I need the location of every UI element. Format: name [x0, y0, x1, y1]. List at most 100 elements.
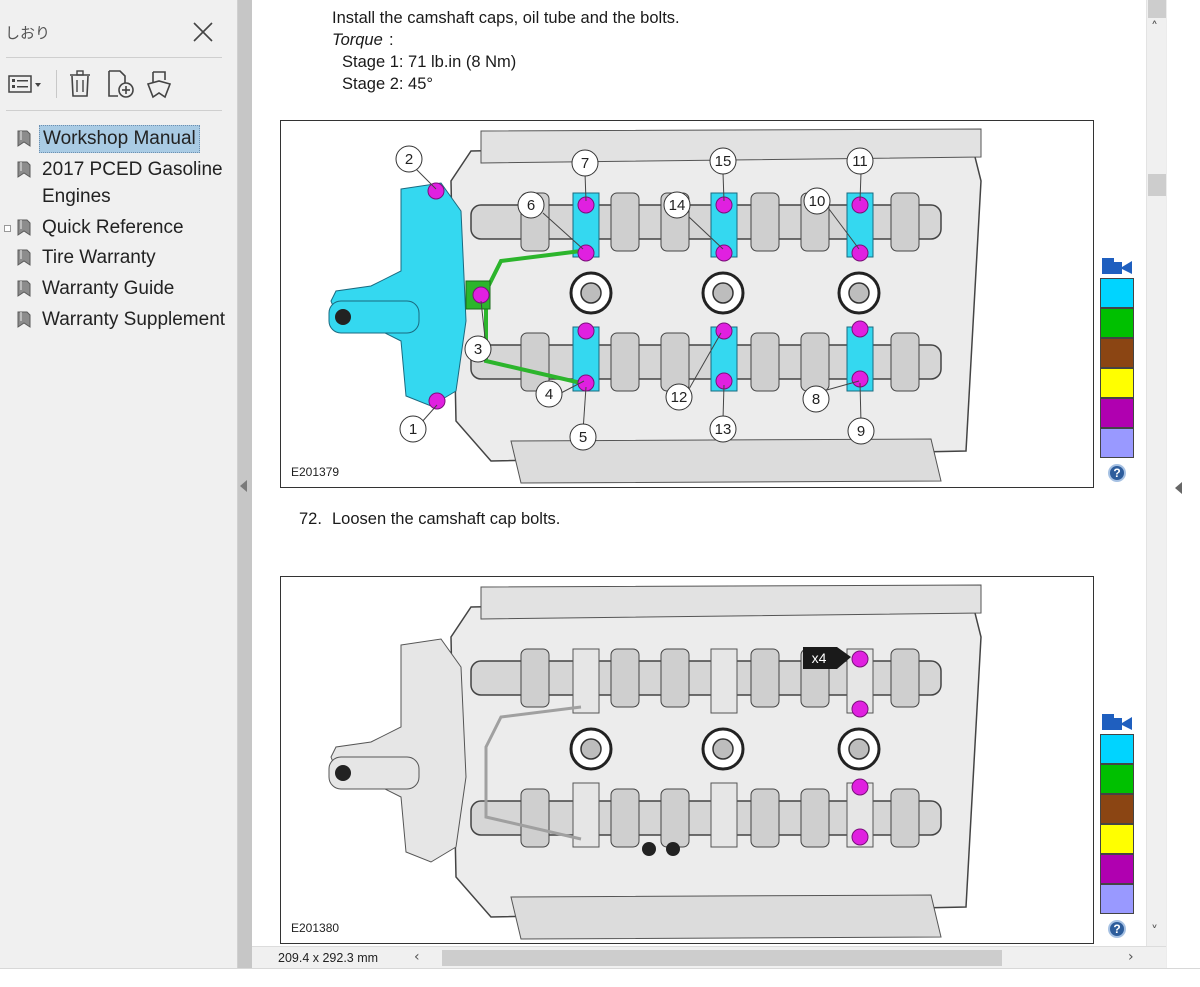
collapse-panel-arrow-icon[interactable]	[240, 480, 247, 492]
figure-camshaft-caps-torque-sequence: 1 2 3 4 5 6 7 8 9 10 11 12 13 14 15 E201…	[280, 120, 1094, 488]
step-instruction: Loosen the camshaft cap bolts.	[332, 510, 561, 528]
svg-text:11: 11	[852, 153, 868, 170]
callout-10: 10	[803, 187, 831, 215]
delete-bookmark-button[interactable]	[64, 68, 98, 100]
status-bar: 209.4 x 292.3 mm ‹ ›	[252, 946, 1166, 968]
bookmarks-toolbar	[0, 62, 238, 108]
callout-8: 8	[802, 385, 830, 413]
header-divider	[6, 57, 222, 58]
svg-text:10: 10	[809, 193, 826, 210]
window-bottom-edge	[0, 968, 1200, 987]
video-camera-icon[interactable]	[1100, 714, 1134, 732]
legend-swatch-lavender	[1100, 884, 1134, 914]
callout-15: 15	[709, 147, 737, 175]
step-instruction: Install the camshaft caps, oil tube and …	[332, 9, 680, 27]
svg-text:3: 3	[474, 341, 482, 358]
video-camera-icon[interactable]	[1100, 258, 1134, 276]
help-icon[interactable]: ?	[1108, 464, 1126, 482]
callout-11: 11	[846, 147, 874, 175]
figure-id-label: E201379	[291, 465, 340, 479]
expand-toggle[interactable]	[4, 225, 11, 232]
svg-text:2: 2	[405, 151, 413, 168]
legend-swatch-yellow	[1100, 368, 1134, 398]
panel-splitter[interactable]	[238, 0, 252, 968]
svg-text:4: 4	[545, 386, 553, 403]
bookmark-expand-icon	[146, 71, 172, 99]
svg-text:9: 9	[857, 423, 865, 440]
horizontal-scrollbar-thumb[interactable]	[442, 950, 1002, 966]
bookmark-icon	[17, 280, 31, 297]
callout-7: 7	[571, 149, 599, 177]
bookmark-icon	[17, 249, 31, 266]
callout-13: 13	[709, 415, 737, 443]
callout-14: 14	[663, 191, 691, 219]
close-icon	[193, 22, 213, 42]
bookmark-icon	[17, 130, 31, 147]
vertical-scrollbar[interactable]: ˄ ˅	[1146, 0, 1166, 946]
svg-text:6: 6	[527, 197, 535, 214]
svg-text:14: 14	[669, 197, 686, 214]
bookmark-label: 2017 PCED Gasoline	[42, 159, 223, 180]
bookmark-label: Warranty Guide	[42, 278, 175, 299]
right-panel-edge	[1166, 0, 1200, 968]
document-view[interactable]: Install the camshaft caps, oil tube and …	[252, 0, 1146, 946]
toolbar-separator	[56, 70, 57, 98]
svg-text:15: 15	[715, 153, 732, 170]
callout-2: 2	[395, 145, 423, 173]
callout-5: 5	[569, 423, 597, 451]
help-icon[interactable]: ?	[1108, 920, 1126, 938]
svg-text:5: 5	[579, 429, 587, 446]
legend-swatch-green	[1100, 308, 1134, 338]
callout-6: 6	[517, 191, 545, 219]
scrollbar-thumb[interactable]	[1148, 174, 1166, 196]
svg-text:13: 13	[715, 421, 732, 438]
scroll-right-arrow-icon[interactable]: ›	[1128, 949, 1134, 965]
new-bookmark-icon	[108, 70, 134, 98]
callout-4: 4	[535, 380, 563, 408]
cylinder-head-diagram: x4	[328, 584, 982, 940]
expand-right-panel-arrow-icon[interactable]	[1175, 482, 1182, 494]
bookmark-label: Engines	[42, 186, 111, 207]
legend-swatch-lavender	[1100, 428, 1134, 458]
list-options-icon	[8, 75, 41, 93]
scroll-up-arrow-icon[interactable]: ˄	[1151, 20, 1158, 36]
options-menu-button[interactable]	[6, 68, 41, 100]
scroll-left-arrow-icon[interactable]: ‹	[414, 949, 420, 965]
bookmark-label: Quick Reference	[42, 217, 184, 238]
torque-colon: :	[389, 31, 394, 49]
bookmark-icon	[17, 161, 31, 178]
torque-stage-1: Stage 1: 71 lb.in (8 Nm)	[342, 53, 517, 71]
close-panel-button[interactable]	[188, 17, 218, 47]
legend-swatch-magenta	[1100, 398, 1134, 428]
bookmarks-panel: しおり Workshop Manual 2017 PCED Gasoline E…	[0, 0, 238, 968]
torque-label: Torque	[332, 31, 383, 49]
legend-swatch-green	[1100, 764, 1134, 794]
svg-text:1: 1	[409, 421, 417, 438]
bookmark-label: Workshop Manual	[39, 125, 200, 153]
expand-bookmark-button[interactable]	[144, 68, 178, 100]
torque-stage-2: Stage 2: 45°	[342, 75, 433, 93]
legend-swatch-brown	[1100, 338, 1134, 368]
step-number: 72.	[299, 510, 322, 528]
legend-swatch-yellow	[1100, 824, 1134, 854]
scrollbar-top-segment[interactable]	[1148, 0, 1166, 18]
scroll-down-arrow-icon[interactable]: ˅	[1151, 924, 1158, 940]
bookmark-label: Warranty Supplement	[42, 309, 226, 330]
bolt-count-label: x4	[812, 650, 827, 666]
bookmark-label: Tire Warranty	[42, 247, 156, 268]
page-size-readout: 209.4 x 292.3 mm	[278, 951, 379, 965]
bookmark-icon	[17, 311, 31, 328]
cylinder-head-diagram: 1 2 3 4 5 6 7 8 9 10 11 12 13 14 15	[328, 128, 982, 484]
add-bookmark-button[interactable]	[104, 68, 138, 100]
callout-12: 12	[665, 383, 693, 411]
bookmarks-header: しおり	[0, 0, 238, 58]
callout-9: 9	[847, 417, 875, 445]
figure-id-label: E201380	[291, 921, 340, 935]
callout-1: 1	[399, 415, 427, 443]
legend-swatch-cyan	[1100, 278, 1134, 308]
trash-icon	[70, 70, 90, 97]
toolbar-divider	[6, 110, 222, 111]
legend-swatch-magenta	[1100, 854, 1134, 884]
svg-text:7: 7	[581, 155, 589, 172]
legend-swatch-cyan	[1100, 734, 1134, 764]
